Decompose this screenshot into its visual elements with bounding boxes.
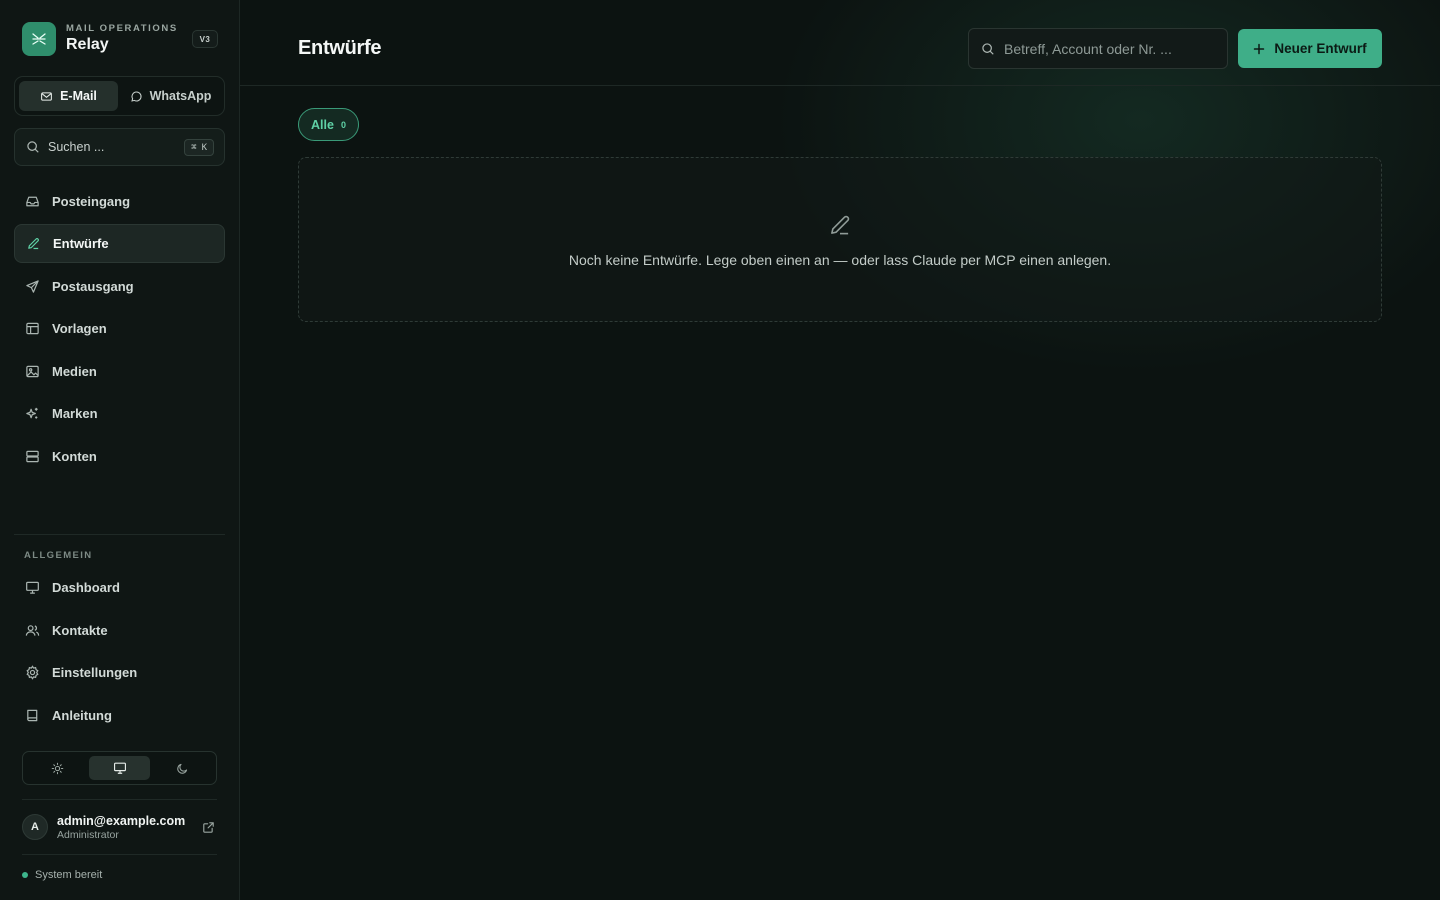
nav-item-medien[interactable]: Medien xyxy=(14,352,225,391)
gear-icon xyxy=(26,665,39,680)
k-key: K xyxy=(201,142,207,153)
book-icon xyxy=(27,709,38,722)
nav-item-dashboard[interactable]: Dashboard xyxy=(14,568,225,607)
nav-label: Kontakte xyxy=(52,623,108,638)
theme-switch xyxy=(22,751,217,785)
theme-light-button[interactable] xyxy=(27,756,88,780)
nav-label: Einstellungen xyxy=(52,665,138,680)
nav-label: Dashboard xyxy=(52,580,120,595)
status-dot xyxy=(22,872,28,878)
nav-label: Entwürfe xyxy=(53,236,109,251)
monitor-icon xyxy=(113,762,126,774)
nav-label: Vorlagen xyxy=(52,321,107,336)
brand-name: Relay xyxy=(66,36,109,53)
command-key: ⌘ xyxy=(191,142,197,153)
empty-state: Noch keine Entwürfe. Lege oben einen an … xyxy=(298,157,1382,322)
nav-label: Marken xyxy=(52,406,98,421)
send-icon xyxy=(26,280,39,293)
relay-logo-icon xyxy=(22,22,56,56)
new-draft-button[interactable]: Neuer Entwurf xyxy=(1238,29,1382,68)
nav-label: Medien xyxy=(52,364,97,379)
avatar: A xyxy=(22,814,48,840)
sun-icon xyxy=(51,762,64,774)
image-icon xyxy=(26,365,39,378)
sidebar: MAIL OPERATIONS Relay V3 E-Mail WhatsApp… xyxy=(0,0,240,900)
theme-system-button[interactable] xyxy=(89,756,150,780)
sidebar-divider xyxy=(22,799,217,800)
user-email: admin@example.com xyxy=(57,814,186,828)
server-icon xyxy=(26,450,39,463)
nav-item-konten[interactable]: Konten xyxy=(14,437,225,476)
channel-email-button[interactable]: E-Mail xyxy=(19,81,118,111)
keyboard-shortcut: ⌘ K xyxy=(184,139,214,156)
chat-bubble-icon xyxy=(130,91,142,102)
pencil-icon xyxy=(831,215,850,235)
version-badge: V3 xyxy=(192,30,218,48)
theme-dark-button[interactable] xyxy=(152,756,213,780)
users-icon xyxy=(25,625,40,636)
new-draft-label: Neuer Entwurf xyxy=(1274,41,1367,56)
channel-whatsapp-label: WhatsApp xyxy=(149,89,212,103)
nav-label: Konten xyxy=(52,449,97,464)
nav-item-anleitung[interactable]: Anleitung xyxy=(14,696,225,735)
channel-email-label: E-Mail xyxy=(60,89,97,103)
nav-item-vorlagen[interactable]: Vorlagen xyxy=(14,309,225,348)
main-content: Entwürfe Neuer Entwurf Alle 0 Noch keine… xyxy=(240,0,1440,900)
nav-item-posteingang[interactable]: Posteingang xyxy=(14,182,225,221)
monitor-icon xyxy=(26,581,39,594)
sidebar-search-label: Suchen ... xyxy=(48,140,105,154)
nav-item-postausgang[interactable]: Postausgang xyxy=(14,267,225,306)
inbox-icon xyxy=(26,196,39,207)
top-bar: Entwürfe Neuer Entwurf xyxy=(240,0,1440,86)
sidebar-divider xyxy=(14,534,225,535)
draft-search xyxy=(968,28,1228,69)
nav-label: Postausgang xyxy=(52,279,134,294)
user-role: Administrator xyxy=(57,829,119,841)
system-status: System bereit xyxy=(22,869,102,881)
filter-chip-count: 0 xyxy=(340,119,346,130)
brand: MAIL OPERATIONS Relay V3 xyxy=(22,22,218,56)
user-card: A admin@example.com Administrator xyxy=(22,812,217,842)
channel-switch: E-Mail WhatsApp xyxy=(14,76,225,116)
channel-whatsapp-button[interactable]: WhatsApp xyxy=(121,81,220,111)
search-icon xyxy=(982,42,994,55)
sidebar-divider xyxy=(22,854,217,855)
nav-item-marken[interactable]: Marken xyxy=(14,394,225,433)
filter-chip-label: Alle xyxy=(311,117,334,132)
filter-chip-alle[interactable]: Alle 0 xyxy=(298,108,359,141)
pencil-icon xyxy=(28,238,39,250)
plus-icon xyxy=(1254,43,1265,54)
sparkle-icon xyxy=(26,407,38,419)
nav-label: Posteingang xyxy=(52,194,131,209)
nav-item-entwuerfe[interactable]: Entwürfe xyxy=(14,224,225,263)
external-link-icon[interactable] xyxy=(199,818,217,836)
nav-item-einstellungen[interactable]: Einstellungen xyxy=(14,653,225,692)
brand-eyebrow: MAIL OPERATIONS xyxy=(66,23,178,34)
empty-state-message: Noch keine Entwürfe. Lege oben einen an … xyxy=(568,252,1112,268)
mail-icon xyxy=(41,91,52,101)
template-icon xyxy=(26,322,39,335)
nav-label: Anleitung xyxy=(52,708,112,723)
section-label-allgemein: ALLGEMEIN xyxy=(24,550,93,561)
moon-icon xyxy=(177,763,188,774)
draft-search-input[interactable] xyxy=(1004,40,1214,57)
nav-item-kontakte[interactable]: Kontakte xyxy=(14,611,225,650)
sidebar-search[interactable]: Suchen ... ⌘ K xyxy=(14,128,225,166)
page-title: Entwürfe xyxy=(298,37,382,59)
status-text: System bereit xyxy=(35,869,103,881)
search-icon xyxy=(27,141,39,153)
